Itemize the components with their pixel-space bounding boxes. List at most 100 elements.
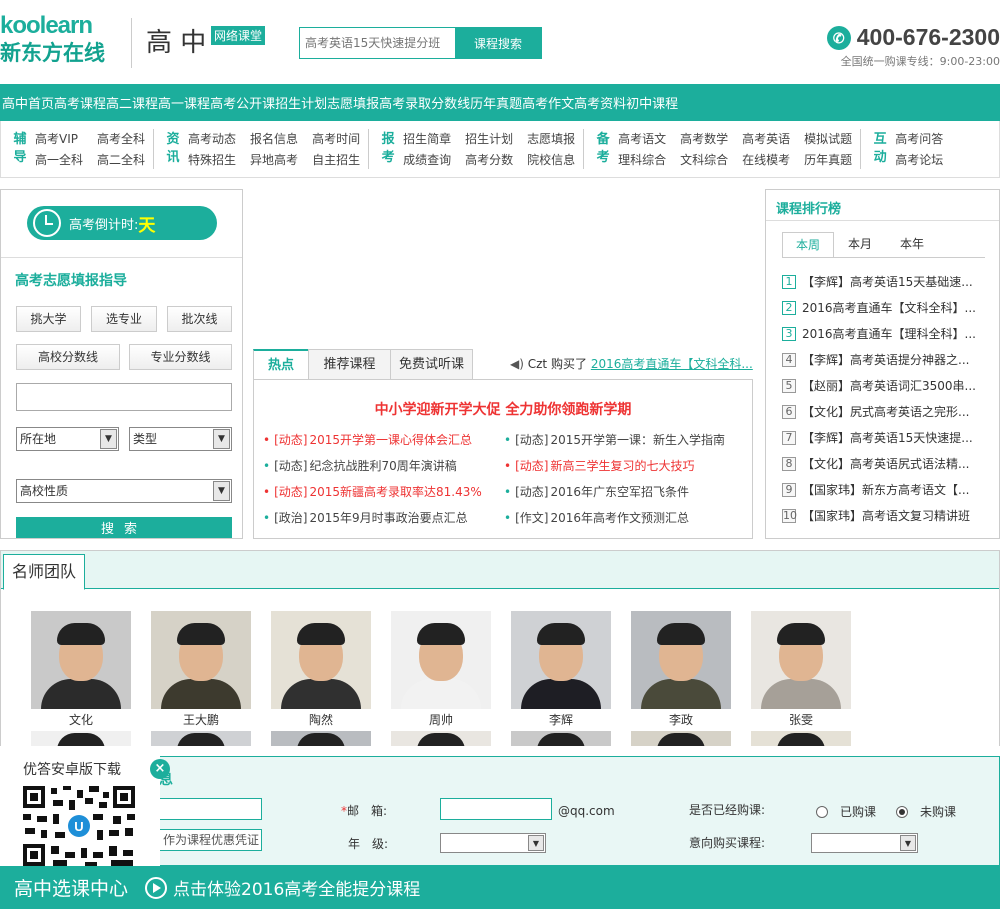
location-select[interactable]: 所在地 ▼ xyxy=(16,427,119,451)
radio-not-purchased[interactable]: 未购课 xyxy=(896,803,956,820)
nav-item[interactable]: 高考录取分数线 xyxy=(379,93,470,112)
news-item[interactable]: • [作文] 2016年高考作文预测汇总 xyxy=(504,509,689,526)
nav-item[interactable]: 高二课程 xyxy=(106,93,158,112)
subnav-link[interactable]: 成绩查询 xyxy=(403,151,451,168)
news-item[interactable]: • [动态] 纪念抗战胜利70周年演讲稿 xyxy=(263,457,457,474)
guide-search-button[interactable]: 搜索 xyxy=(16,517,232,538)
pick-major-button[interactable]: 选专业 xyxy=(91,306,157,332)
news-item[interactable]: • [动态] 2016年广东空军招飞条件 xyxy=(504,483,689,500)
teacher-card[interactable]: 王大鹏 xyxy=(151,611,251,728)
subnav-link[interactable]: 自主招生 xyxy=(312,151,360,168)
subnav-link[interactable]: 院校信息 xyxy=(527,151,575,168)
coupon-field[interactable]: 作为课程优惠凭证 xyxy=(159,829,262,851)
search-input[interactable] xyxy=(300,28,455,58)
type-select[interactable]: 类型 ▼ xyxy=(129,427,232,451)
ranking-item[interactable]: 7 【李辉】高考英语15天快速提... xyxy=(782,429,973,446)
news-item[interactable]: • [动态] 2015新疆高考录取率达81.43% xyxy=(263,483,482,500)
subnav-link[interactable]: 高考时间 xyxy=(312,130,360,147)
tab-hot[interactable]: 热点 xyxy=(253,349,309,380)
news-item[interactable]: • [动态] 2015开学第一课：新生入学指南 xyxy=(504,431,725,448)
subnav-link[interactable]: 高考分数 xyxy=(465,151,513,168)
tab-year[interactable]: 本年 xyxy=(886,232,938,258)
subnav-link[interactable]: 招生计划 xyxy=(465,130,513,147)
grade-select[interactable]: ▼ xyxy=(440,833,546,853)
nav-item[interactable]: 历年真题 xyxy=(470,93,522,112)
subnav-link[interactable]: 高考全科 xyxy=(97,130,145,147)
pick-university-button[interactable]: 挑大学 xyxy=(16,306,81,332)
teacher-card[interactable]: 李辉 xyxy=(511,611,611,728)
ranking-item[interactable]: 2 2016高考直通车【文科全科】... xyxy=(782,299,976,316)
subnav-link[interactable]: 高一全科 xyxy=(35,151,83,168)
subnav-link[interactable]: 文科综合 xyxy=(680,151,728,168)
nav-item[interactable]: 高考课程 xyxy=(54,93,106,112)
nav-item[interactable]: 高考公开课 xyxy=(210,93,275,112)
teacher-photo xyxy=(271,731,371,746)
tab-week[interactable]: 本周 xyxy=(782,232,834,258)
subnav-link[interactable]: 招生简章 xyxy=(403,130,451,147)
nav-item[interactable]: 招生计划 xyxy=(275,93,327,112)
subnav-link[interactable]: 高考论坛 xyxy=(895,151,943,168)
subnav-link[interactable]: 在线模考 xyxy=(742,151,790,168)
teacher-card[interactable]: 陶然 xyxy=(271,611,371,728)
ticker-course-link[interactable]: 2016高考直通车【文科全科... xyxy=(591,357,753,371)
tab-free-trial[interactable]: 免费试听课 xyxy=(390,349,473,380)
nav-item[interactable]: 高一课程 xyxy=(158,93,210,112)
subnav-link[interactable]: 理科综合 xyxy=(618,151,666,168)
subnav-group-prep: 备考 高考语文 高考数学 高考英语 模拟试题 理科综合 文科综合 在线模考 历年… xyxy=(584,129,862,169)
logo[interactable]: koolearn 新东方在线 xyxy=(0,12,105,67)
tab-recommended[interactable]: 推荐课程 xyxy=(308,349,391,380)
news-item[interactable]: • [动态] 新高三学生复习的七大技巧 xyxy=(504,457,694,474)
nav-item[interactable]: 志愿填报 xyxy=(327,93,379,112)
intent-select[interactable]: ▼ xyxy=(811,833,918,853)
news-item[interactable]: • [动态] 2015开学第一课心得体会汇总 xyxy=(263,431,472,448)
ranking-item[interactable]: 3 2016高考直通车【理科全科】... xyxy=(782,325,976,342)
subnav-link[interactable]: 历年真题 xyxy=(804,151,852,168)
subnav-link[interactable]: 高考VIP xyxy=(35,130,83,147)
subnav-link[interactable]: 高考数学 xyxy=(680,130,728,147)
subnav-link[interactable]: 志愿填报 xyxy=(527,130,575,147)
school-name-input[interactable] xyxy=(16,383,232,411)
close-icon[interactable]: × xyxy=(150,759,170,779)
subnav-link[interactable]: 高考动态 xyxy=(188,130,236,147)
subnav-link[interactable]: 模拟试题 xyxy=(804,130,852,147)
teacher-card[interactable]: 文化 xyxy=(31,611,131,728)
nature-select[interactable]: 高校性质 ▼ xyxy=(16,479,232,503)
ranking-item[interactable]: 9 【国家玮】新东方高考语文【... xyxy=(782,481,969,498)
divider xyxy=(766,220,999,221)
ranking-item[interactable]: 6 【文化】尻式高考英语之完形... xyxy=(782,403,969,420)
nav-item[interactable]: 高考作文 xyxy=(522,93,574,112)
ranking-item[interactable]: 10 【国家玮】高考语文复习精讲班 xyxy=(782,507,970,524)
ranking-item[interactable]: 8 【文化】高考英语尻式语法精... xyxy=(782,455,969,472)
name-field[interactable] xyxy=(159,798,262,820)
ranking-item[interactable]: 5 【赵丽】高考英语词汇3500串... xyxy=(782,377,976,394)
batch-line-button[interactable]: 批次线 xyxy=(167,306,232,332)
subnav-link[interactable]: 高二全科 xyxy=(97,151,145,168)
ranking-item[interactable]: 4 【李辉】高考英语提分神器之... xyxy=(782,351,969,368)
news-panel: 中小学迎新开学大促 全力助你领跑新学期 • [动态] 2015开学第一课心得体会汇总… xyxy=(253,379,753,539)
course-center-label[interactable]: 高中选课中心 xyxy=(14,874,128,901)
teacher-card[interactable]: 张雯 xyxy=(751,611,851,728)
teacher-card[interactable]: 李政 xyxy=(631,611,731,728)
subnav-link[interactable]: 异地高考 xyxy=(250,151,298,168)
nav-item[interactable]: 初中课程 xyxy=(626,93,678,112)
subnav-link[interactable]: 高考英语 xyxy=(742,130,790,147)
grade-label: 年 级: xyxy=(348,837,389,851)
nav-item[interactable]: 高考资料 xyxy=(574,93,626,112)
news-headline[interactable]: 中小学迎新开学大促 全力助你领跑新学期 xyxy=(254,399,752,419)
nav-item[interactable]: 高中首页 xyxy=(2,93,54,112)
radio-purchased[interactable]: 已购课 xyxy=(816,803,876,820)
subnav-link[interactable]: 报名信息 xyxy=(250,130,298,147)
ranking-item[interactable]: 1 【李辉】高考英语15天基础速... xyxy=(782,273,973,290)
search-button[interactable]: 课程搜索 xyxy=(455,28,541,58)
major-score-button[interactable]: 专业分数线 xyxy=(129,344,232,370)
subnav-link[interactable]: 高考语文 xyxy=(618,130,666,147)
experience-course-link[interactable]: 点击体验2016高考全能提分课程 xyxy=(173,875,420,900)
university-score-button[interactable]: 高校分数线 xyxy=(16,344,120,370)
tab-month[interactable]: 本月 xyxy=(834,232,886,258)
email-field[interactable] xyxy=(440,798,552,820)
news-item[interactable]: • [政治] 2015年9月时事政治要点汇总 xyxy=(263,509,468,526)
teacher-card[interactable]: 周帅 xyxy=(391,611,491,728)
subnav-link[interactable]: 特殊招生 xyxy=(188,151,236,168)
bullet-icon: • xyxy=(504,459,512,473)
subnav-link[interactable]: 高考问答 xyxy=(895,130,943,147)
